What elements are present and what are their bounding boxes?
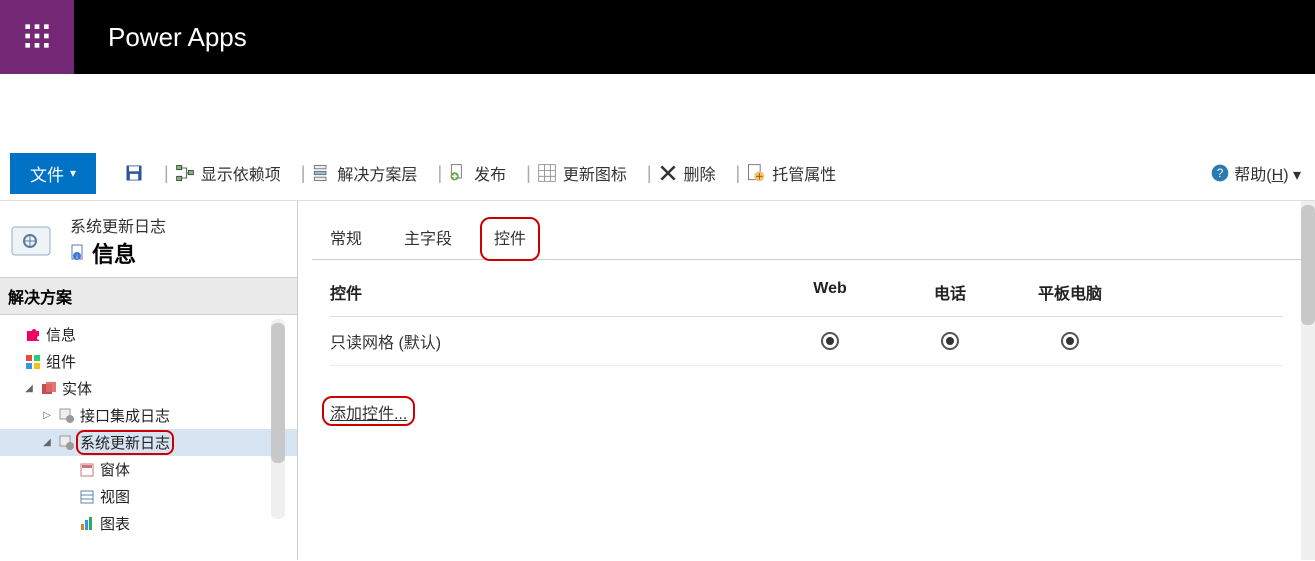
tabs: 常规 主字段 控件 bbox=[312, 209, 1301, 260]
delete-button[interactable]: 删除 bbox=[658, 161, 716, 185]
separator: | bbox=[437, 163, 442, 184]
tree-node-label: 窗体 bbox=[100, 459, 130, 480]
chevron-down-icon: ▾ bbox=[70, 166, 76, 180]
publish-label: 发布 bbox=[474, 161, 506, 185]
entity-icon bbox=[10, 221, 58, 261]
upper-gap bbox=[0, 74, 1315, 152]
save-icon bbox=[124, 163, 144, 183]
delete-label: 删除 bbox=[684, 161, 716, 185]
show-dependencies-button[interactable]: 显示依赖项 bbox=[175, 161, 281, 185]
publish-icon bbox=[448, 163, 468, 183]
table-header: 控件 Web 电话 平板电脑 bbox=[330, 280, 1283, 317]
app-header: Power Apps bbox=[0, 0, 1315, 74]
svg-text:?: ? bbox=[1217, 167, 1224, 180]
puzzle-icon bbox=[24, 326, 42, 344]
solution-layers-label: 解决方案层 bbox=[337, 161, 417, 185]
separator: | bbox=[164, 163, 169, 184]
waffle-icon bbox=[23, 22, 51, 53]
expand-icon[interactable]: ▷ bbox=[40, 410, 54, 421]
control-name: 只读网格 (默认) bbox=[330, 329, 770, 353]
content-panel: 常规 主字段 控件 控件 Web 电话 平板电脑 只读网格 (默认) 添加控件.… bbox=[298, 201, 1315, 560]
components-icon bbox=[24, 353, 42, 371]
app-name: Power Apps bbox=[108, 22, 247, 53]
entity-gear-icon bbox=[58, 434, 76, 452]
svg-text:i: i bbox=[76, 255, 77, 260]
managed-properties-icon bbox=[746, 163, 766, 183]
tree-node-label: 实体 bbox=[62, 378, 92, 399]
separator: | bbox=[301, 163, 306, 184]
col-tablet: 平板电脑 bbox=[1010, 280, 1130, 304]
tab-primary-field[interactable]: 主字段 bbox=[398, 221, 458, 259]
toolbar: 文件 ▾ | 显示依赖项 | 解决方案层 | 发布 bbox=[0, 152, 1315, 194]
update-icon-label: 更新图标 bbox=[563, 161, 627, 185]
tree-node-label: 信息 bbox=[46, 324, 76, 345]
help-button[interactable]: ? 帮助(H) ▾ bbox=[1210, 161, 1301, 185]
tab-general[interactable]: 常规 bbox=[324, 221, 368, 259]
col-phone: 电话 bbox=[890, 280, 1010, 304]
dependencies-icon bbox=[175, 163, 195, 183]
scrollbar-vertical[interactable] bbox=[1301, 201, 1315, 560]
file-button[interactable]: 文件 ▾ bbox=[10, 153, 96, 194]
publish-button[interactable]: 发布 bbox=[448, 161, 506, 185]
grid-icon bbox=[537, 163, 557, 183]
tree-node-label: 图表 bbox=[100, 513, 130, 534]
entity-title: 信息 bbox=[92, 237, 136, 269]
tree-node-info[interactable]: 信息 bbox=[0, 321, 297, 348]
radio-phone[interactable] bbox=[941, 332, 959, 350]
scrollbar-thumb[interactable] bbox=[1301, 205, 1315, 325]
radio-web[interactable] bbox=[821, 332, 839, 350]
tree-node-forms[interactable]: 窗体 bbox=[0, 456, 297, 483]
table-row[interactable]: 只读网格 (默认) bbox=[330, 317, 1283, 366]
tab-controls[interactable]: 控件 bbox=[488, 221, 532, 259]
chart-icon bbox=[78, 515, 96, 533]
tree-node-label: 接口集成日志 bbox=[80, 405, 170, 426]
add-control-link[interactable]: 添加控件... bbox=[330, 406, 407, 423]
main-area: 系统更新日志 i 信息 解决方案 信息 组件 bbox=[0, 200, 1315, 560]
entity-subtitle: 系统更新日志 bbox=[70, 213, 166, 237]
managed-properties-button[interactable]: 托管属性 bbox=[746, 161, 836, 185]
tree-node-charts[interactable]: 图表 bbox=[0, 510, 297, 537]
tree-area: 信息 组件 ◢ 实体 ▷ 接口集成日志 ◢ bbox=[0, 315, 297, 560]
show-dependencies-label: 显示依赖项 bbox=[201, 161, 281, 185]
entity-gear-icon bbox=[58, 407, 76, 425]
collapse-icon[interactable]: ◢ bbox=[22, 383, 36, 394]
tree-node-label: 视图 bbox=[100, 486, 130, 507]
tree-node-system-update-log[interactable]: ◢ 系统更新日志 bbox=[0, 429, 297, 456]
help-icon: ? bbox=[1210, 163, 1230, 183]
tree-node-label: 系统更新日志 bbox=[80, 432, 170, 453]
tree-node-components[interactable]: 组件 bbox=[0, 348, 297, 375]
scrollbar-thumb[interactable] bbox=[271, 323, 285, 463]
entities-icon bbox=[40, 380, 58, 398]
solution-layers-button[interactable]: 解决方案层 bbox=[311, 161, 417, 185]
controls-table: 控件 Web 电话 平板电脑 只读网格 (默认) bbox=[330, 280, 1283, 366]
tree-node-entities[interactable]: ◢ 实体 bbox=[0, 375, 297, 402]
separator: | bbox=[647, 163, 652, 184]
view-icon bbox=[78, 488, 96, 506]
save-button[interactable] bbox=[124, 163, 144, 183]
solution-header: 解决方案 bbox=[0, 277, 297, 315]
file-button-label: 文件 bbox=[30, 161, 64, 186]
tree-node-interface-log[interactable]: ▷ 接口集成日志 bbox=[0, 402, 297, 429]
scrollbar-vertical[interactable] bbox=[271, 319, 285, 519]
col-web: Web bbox=[770, 280, 890, 304]
update-icon-button[interactable]: 更新图标 bbox=[537, 161, 627, 185]
separator: | bbox=[526, 163, 531, 184]
entity-header: 系统更新日志 i 信息 bbox=[0, 201, 297, 277]
add-control-area: 添加控件... bbox=[330, 400, 407, 424]
left-panel: 系统更新日志 i 信息 解决方案 信息 组件 bbox=[0, 201, 298, 560]
layers-icon bbox=[311, 163, 331, 183]
radio-tablet[interactable] bbox=[1061, 332, 1079, 350]
collapse-icon[interactable]: ◢ bbox=[40, 437, 54, 448]
info-icon: i bbox=[70, 244, 86, 263]
help-label: 帮助(H) ▾ bbox=[1234, 161, 1301, 185]
col-control: 控件 bbox=[330, 280, 770, 304]
tree-node-views[interactable]: 视图 bbox=[0, 483, 297, 510]
separator: | bbox=[736, 163, 741, 184]
delete-icon bbox=[658, 163, 678, 183]
app-launcher[interactable] bbox=[0, 0, 74, 74]
tree-node-label: 组件 bbox=[46, 351, 76, 372]
chevron-down-icon: ▾ bbox=[1293, 167, 1301, 184]
form-icon bbox=[78, 461, 96, 479]
managed-properties-label: 托管属性 bbox=[772, 161, 836, 185]
